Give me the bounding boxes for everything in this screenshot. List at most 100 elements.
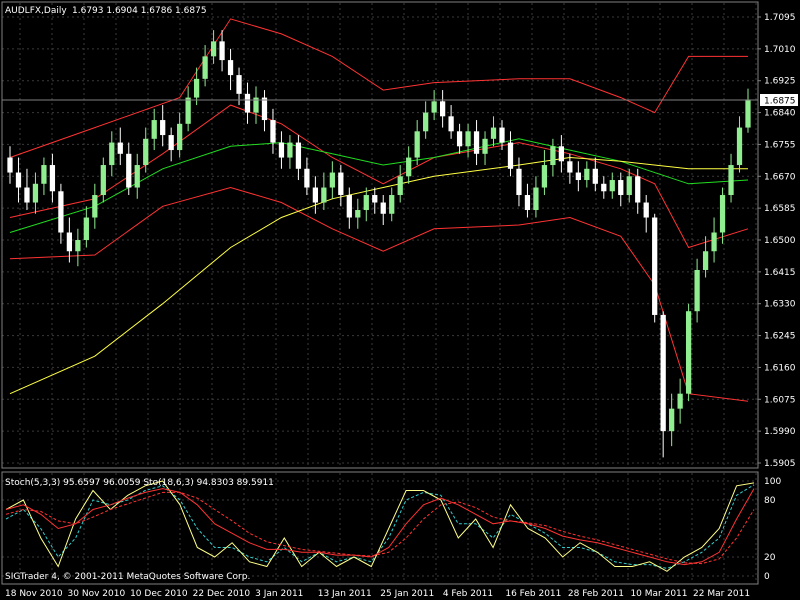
candle-body xyxy=(151,120,157,139)
stoch-tick-label: 20 xyxy=(764,553,776,563)
price-tick-label: 1.6245 xyxy=(764,332,796,342)
candle-body xyxy=(380,202,386,214)
date-tick-label: 13 Jan 2011 xyxy=(318,589,372,599)
date-tick-label: 10 Mar 2011 xyxy=(630,589,687,599)
candle-body xyxy=(507,142,514,169)
price-tick-label: 1.7095 xyxy=(764,13,796,23)
candle-body xyxy=(270,120,276,143)
chart-background xyxy=(0,0,800,600)
candle-body xyxy=(635,176,641,203)
stoch-tick-label: 100 xyxy=(764,477,781,487)
candle-body xyxy=(592,168,598,184)
price-tick-label: 1.6500 xyxy=(764,236,796,246)
candle-body xyxy=(287,142,293,158)
date-tick-label: 3 Jan 2011 xyxy=(255,589,303,599)
candle-body xyxy=(160,120,166,136)
candle-body xyxy=(261,97,268,121)
candle-body xyxy=(711,232,717,252)
candle-body xyxy=(439,101,446,117)
candle-body xyxy=(244,93,251,113)
candle-body xyxy=(448,116,454,132)
candle-body xyxy=(473,131,480,154)
candle-body xyxy=(363,195,369,211)
candle-body xyxy=(397,176,403,196)
candle-body xyxy=(584,168,590,181)
current-price-marker: 1.6875 xyxy=(760,94,798,107)
candle-body xyxy=(533,187,539,211)
current-price-label: 1.6875 xyxy=(764,97,796,107)
candle-body xyxy=(41,165,47,184)
date-tick-label: 22 Dec 2010 xyxy=(193,589,251,599)
candle-body xyxy=(652,217,658,315)
candle-body xyxy=(227,60,234,76)
candle-body xyxy=(219,41,225,61)
candle-body xyxy=(389,195,395,214)
candle-body xyxy=(143,138,149,166)
candle-body xyxy=(685,311,692,394)
candle-body xyxy=(567,161,573,173)
candle-body xyxy=(558,146,565,162)
price-tick-label: 1.6840 xyxy=(764,109,796,119)
candle-body xyxy=(406,157,412,177)
candle-body xyxy=(669,408,675,432)
candle-body xyxy=(117,142,123,154)
candle-body xyxy=(414,131,420,158)
date-tick-label: 16 Feb 2011 xyxy=(505,589,561,599)
candle-body xyxy=(278,142,285,158)
price-tick-label: 1.5905 xyxy=(764,459,796,469)
candle-body xyxy=(83,217,89,240)
candle-body xyxy=(58,191,64,233)
candle-body xyxy=(24,187,30,203)
symbol-label: AUDLFX,Daily xyxy=(5,6,67,16)
candle-body xyxy=(490,127,497,139)
candle-body xyxy=(49,165,56,192)
price-tick-label: 1.6670 xyxy=(764,172,796,182)
candle-body xyxy=(702,251,709,270)
candle-body xyxy=(185,97,191,124)
candle-body xyxy=(321,187,327,203)
candle-body xyxy=(202,56,208,79)
candle-body xyxy=(295,142,302,169)
candle-body xyxy=(355,210,361,218)
price-tick-label: 1.7010 xyxy=(764,45,796,55)
date-tick-label: 22 Mar 2011 xyxy=(693,589,750,599)
price-tick-label: 1.6585 xyxy=(764,204,796,214)
candle-body xyxy=(338,172,344,196)
candle-body xyxy=(193,78,200,98)
candle-body xyxy=(92,195,98,218)
candle-body xyxy=(550,146,556,166)
candle-body xyxy=(423,112,429,132)
candle-body xyxy=(236,75,242,94)
candle-body xyxy=(75,240,81,252)
candle-body xyxy=(304,168,310,188)
candle-body xyxy=(609,180,615,192)
candle-body xyxy=(126,153,132,188)
ohlc-label: 1.6793 1.6904 1.6786 1.6875 xyxy=(72,6,207,16)
chart-canvas[interactable]: 1.7095 1.7010 1.6925 1.6840 1.6755 1.6670 1.65… xyxy=(0,0,800,600)
date-tick-label: 28 Feb 2011 xyxy=(568,589,624,599)
date-tick-label: 10 Dec 2010 xyxy=(130,589,188,599)
candle-body xyxy=(456,131,463,147)
candle-body xyxy=(643,202,649,218)
candle-body xyxy=(329,172,335,188)
stoch-header-label: Stoch(5,3,3) 95.6597 96.0059 Sto(18,6,3)… xyxy=(5,478,274,488)
copyright-label: SIGTrader 4, © 2001-2011 MetaQuotes Soft… xyxy=(5,572,250,582)
date-tick-label: 25 Jan 2011 xyxy=(380,589,434,599)
candle-body xyxy=(601,183,607,192)
candle-body xyxy=(736,127,743,166)
candle-body xyxy=(66,232,73,252)
candle-body xyxy=(499,127,505,143)
candle-body xyxy=(32,183,39,203)
candle-body xyxy=(431,101,437,113)
candle-body xyxy=(7,157,13,173)
candle-body xyxy=(516,168,522,196)
price-axis: 1.7095 1.7010 1.6925 1.6840 1.6755 1.6670 1.65… xyxy=(758,13,796,469)
date-tick-label: 18 Nov 2010 xyxy=(5,589,63,599)
price-tick-label: 1.6330 xyxy=(764,300,796,310)
price-tick-label: 1.6755 xyxy=(764,140,796,150)
candle-body xyxy=(482,138,488,154)
date-tick-label: 4 Feb 2011 xyxy=(443,589,493,599)
candle-body xyxy=(524,195,531,211)
candle-body xyxy=(177,123,183,151)
price-tick-label: 1.6925 xyxy=(764,77,796,87)
